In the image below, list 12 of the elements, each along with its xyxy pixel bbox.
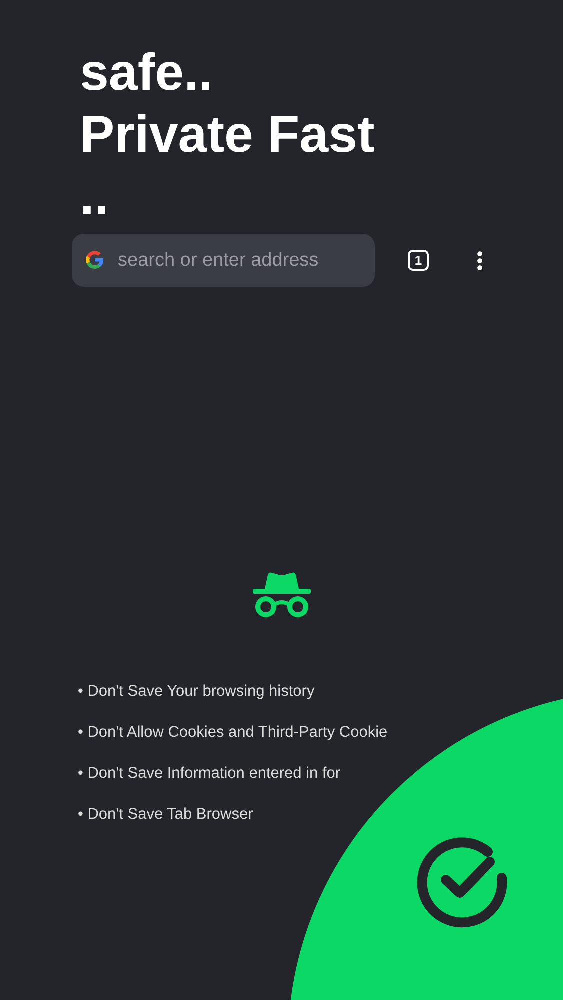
headline-text: Private Fast	[80, 105, 375, 166]
privacy-note: • Don't Allow Cookies and Third-Party Cookie	[78, 723, 388, 743]
incognito-icon	[250, 572, 312, 618]
privacy-note: • Don't Save Information entered in for	[78, 764, 341, 784]
address-field[interactable]: search or enter address	[72, 234, 375, 287]
privacy-note: • Don't Save Your browsing history	[78, 682, 315, 702]
headline-text: safe..	[80, 43, 213, 104]
google-logo-icon	[86, 251, 104, 269]
tab-count-button[interactable]: 1	[408, 250, 429, 271]
menu-icon[interactable]	[477, 250, 483, 270]
privacy-note: • Don't Save Tab Browser	[78, 805, 254, 825]
headline-text: ..	[80, 167, 109, 228]
